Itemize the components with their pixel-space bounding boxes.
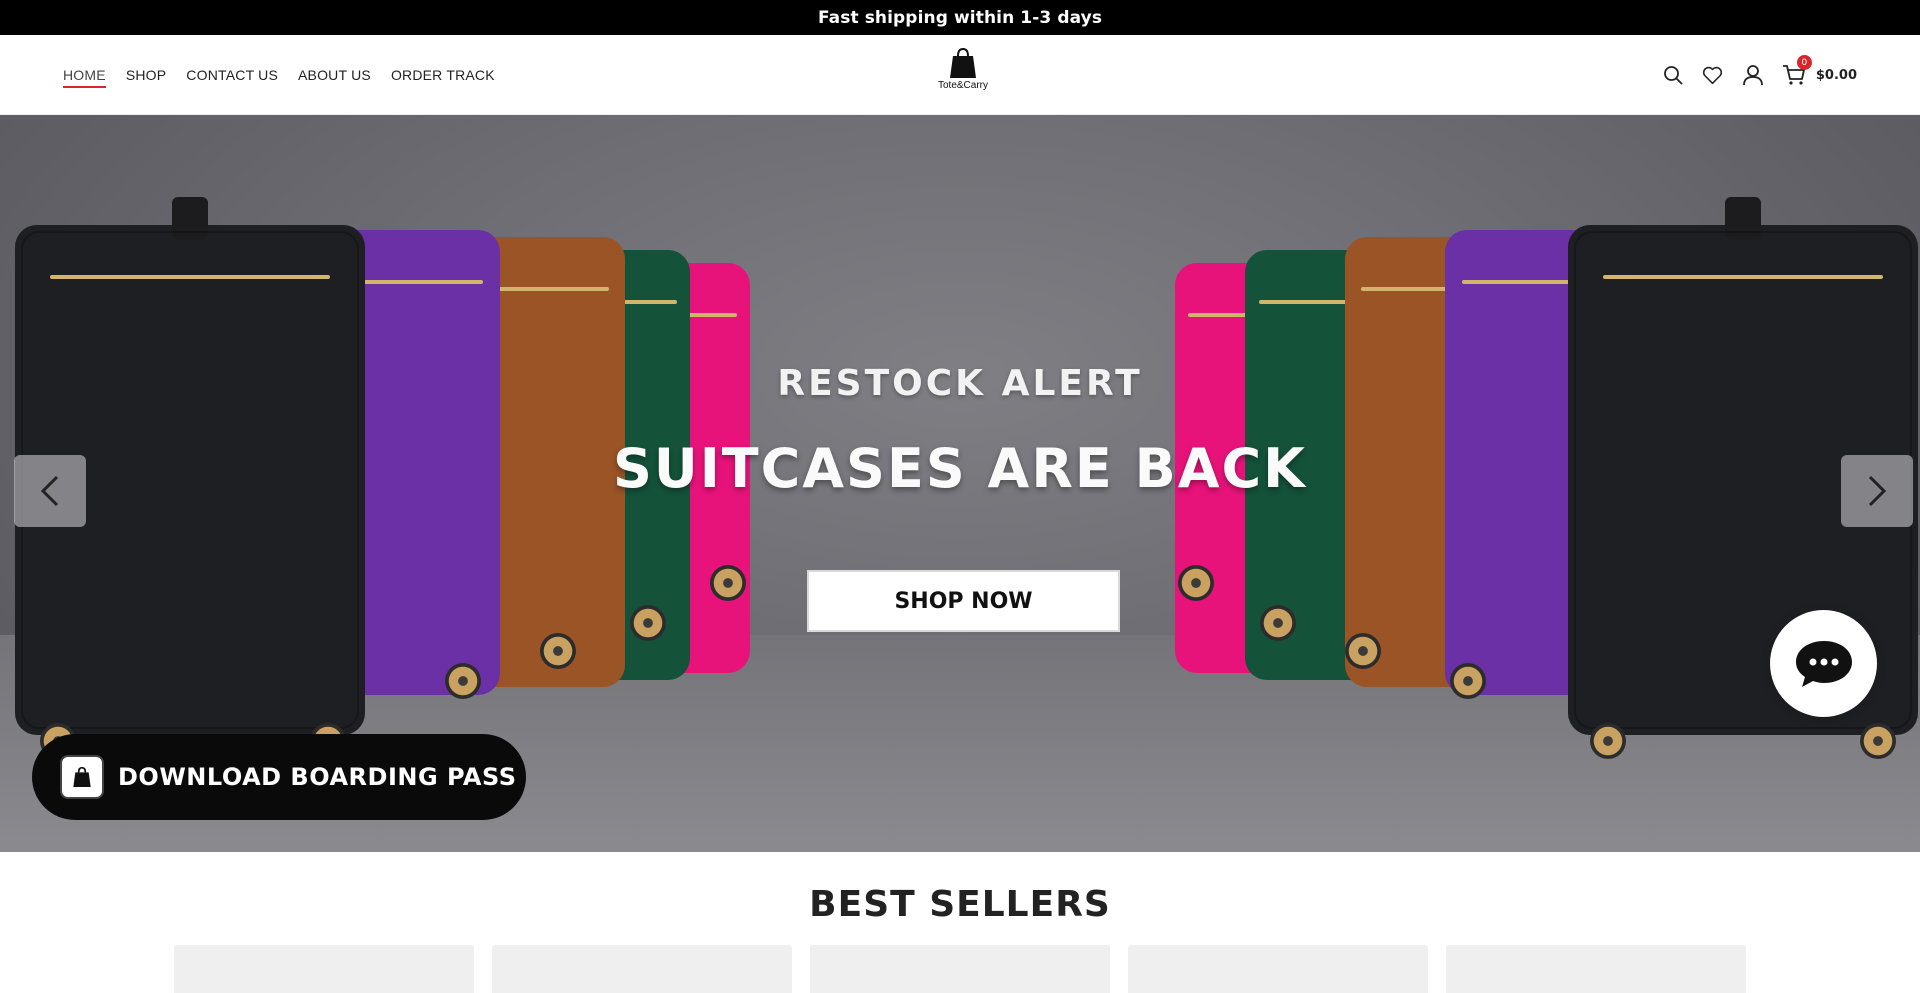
hero-slider: RESTOCK ALERT SUITCASES ARE BACK SHOP NO… (0, 115, 1920, 852)
nav-shop[interactable]: SHOP (126, 63, 166, 87)
header-actions: 0 $0.00 (1662, 35, 1857, 115)
chevron-right-icon (1868, 475, 1887, 507)
best-sellers-title: BEST SELLERS (809, 884, 1111, 925)
hero-headline: SUITCASES ARE BACK (612, 437, 1308, 500)
shop-now-button[interactable]: SHOP NOW (807, 570, 1120, 632)
announcement-text: Fast shipping within 1-3 days (817, 7, 1103, 28)
user-icon[interactable] (1742, 64, 1764, 86)
slider-prev-button[interactable] (14, 455, 86, 527)
main-nav: HOME SHOP CONTACT US ABOUT US ORDER TRAC… (63, 35, 495, 115)
nav-home[interactable]: HOME (63, 63, 106, 88)
nav-about-us[interactable]: ABOUT US (298, 63, 371, 87)
chevron-left-icon (40, 475, 59, 507)
announcement-bar: Fast shipping within 1-3 days (0, 0, 1920, 35)
heart-icon[interactable] (1702, 64, 1724, 86)
boarding-pass-label: DOWNLOAD BOARDING PASS (118, 763, 517, 791)
product-card[interactable] (492, 945, 792, 993)
chat-widget-button[interactable] (1770, 610, 1877, 717)
boarding-pass-logo-icon (60, 755, 104, 799)
product-card[interactable] (1128, 945, 1428, 993)
cart-count-badge: 0 (1796, 55, 1812, 70)
product-card[interactable] (1446, 945, 1746, 993)
cart-icon: 0 (1782, 55, 1812, 86)
site-header: HOME SHOP CONTACT US ABOUT US ORDER TRAC… (0, 35, 1920, 115)
cart-total: $0.00 (1815, 67, 1857, 83)
best-sellers-grid (174, 945, 1746, 993)
search-icon[interactable] (1662, 64, 1684, 86)
hero-kicker: RESTOCK ALERT (777, 363, 1143, 404)
nav-contact-us[interactable]: CONTACT US (186, 63, 278, 87)
site-logo[interactable]: Tote&Carry (928, 47, 998, 103)
chat-icon (1795, 640, 1852, 687)
logo-text: Tote&Carry (937, 80, 988, 91)
nav-order-track[interactable]: ORDER TRACK (391, 63, 495, 87)
download-boarding-pass-button[interactable]: DOWNLOAD BOARDING PASS (32, 734, 526, 820)
product-card[interactable] (810, 945, 1110, 993)
cart-button[interactable]: 0 $0.00 (1782, 55, 1857, 86)
slider-next-button[interactable] (1841, 455, 1913, 527)
shopping-bag-icon (950, 47, 976, 78)
product-card[interactable] (174, 945, 474, 993)
